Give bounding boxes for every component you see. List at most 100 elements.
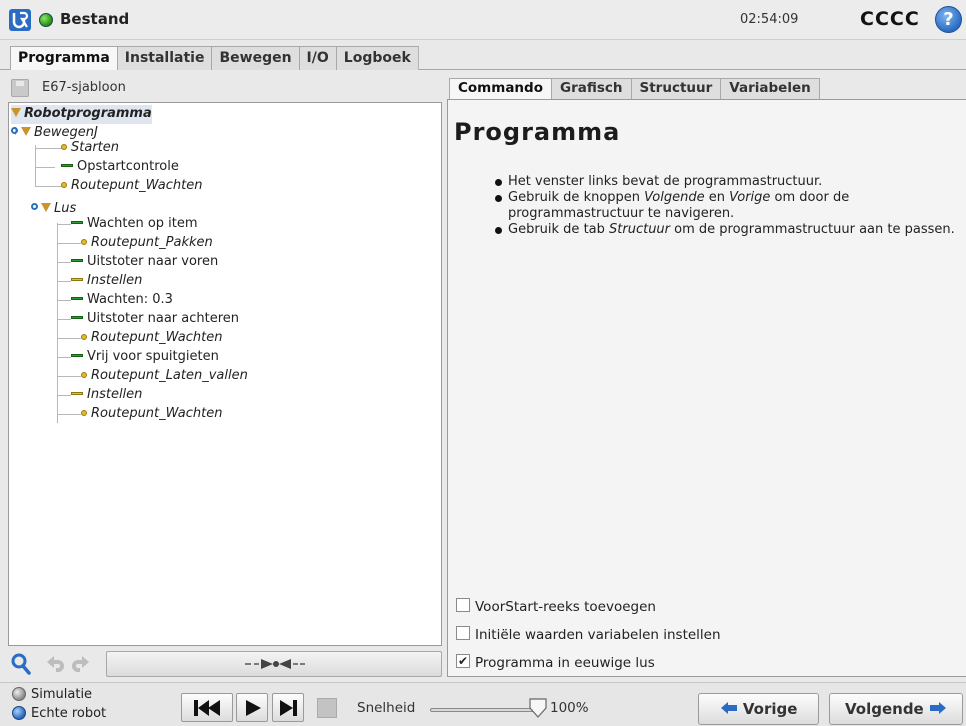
tree-node[interactable]: Instellen [71, 386, 142, 405]
tree-node[interactable]: Lus [31, 200, 76, 219]
tab-commando[interactable]: Commando [449, 78, 552, 99]
speed-value: 100% [550, 700, 589, 716]
arrow-right-icon [929, 701, 946, 714]
tree-connector [57, 223, 58, 423]
command-icon [71, 316, 83, 319]
collapse-triangle-icon[interactable] [41, 203, 51, 212]
tree-node[interactable]: Routepunt_Wachten [61, 177, 202, 196]
info-item: Het venster links bevat de programmastru… [492, 174, 960, 190]
redo-icon[interactable] [70, 653, 92, 675]
stop-button[interactable] [317, 698, 337, 718]
speed-label: Snelheid [357, 700, 416, 716]
tree-connector [57, 243, 81, 244]
tree-connector [57, 319, 71, 320]
save-icon[interactable] [11, 79, 29, 97]
app-title[interactable]: Bestand [60, 10, 129, 28]
tree-node[interactable]: Uitstoter naar voren [71, 253, 218, 272]
arrow-left-icon [720, 701, 737, 714]
tree-node[interactable]: Instellen [71, 272, 142, 291]
collapse-triangle-icon[interactable] [21, 127, 31, 136]
speed-slider-track[interactable] [430, 708, 538, 712]
drag-arrows-icon [245, 659, 305, 669]
waypoint-icon [61, 143, 67, 150]
mode-simulation[interactable]: Simulatie [12, 686, 92, 702]
tree-node[interactable]: Starten [61, 139, 119, 158]
tree-node[interactable]: Routepunt_Laten_vallen [81, 367, 248, 386]
tree-connector [57, 338, 81, 339]
main-tabs: Programma Installatie Bewegen I/O Logboe… [10, 46, 419, 70]
tree-node[interactable]: Wachten op item [71, 215, 198, 234]
play-icon [246, 700, 261, 716]
step-button[interactable] [272, 693, 304, 722]
command-icon [71, 221, 83, 224]
set-icon [71, 278, 83, 281]
tree-node[interactable]: Routepunt_Wachten [81, 405, 222, 424]
tab-logboek[interactable]: Logboek [335, 46, 419, 70]
set-icon [71, 392, 83, 395]
mode-real-robot[interactable]: Echte robot [12, 705, 106, 721]
waypoint-icon [81, 371, 87, 378]
radio-real-robot-icon[interactable] [12, 705, 26, 720]
tree-connector [57, 395, 71, 396]
command-panel: Programma Het venster links bevat de pro… [447, 99, 966, 677]
tab-structuur[interactable]: Structuur [630, 78, 722, 99]
rewind-icon [194, 700, 220, 716]
bottom-bar: Simulatie Echte robot Snelheid 100% Vori… [0, 682, 966, 726]
command-icon [71, 354, 83, 357]
collapse-triangle-icon[interactable] [11, 108, 21, 117]
command-icon [61, 164, 73, 167]
tree-connector [35, 145, 36, 187]
tree-node[interactable]: Routepunt_Pakken [81, 234, 213, 253]
tree-connector [35, 167, 55, 168]
tree-node[interactable]: Uitstoter naar achteren [71, 310, 239, 329]
checkbox-box-checked[interactable]: ✔ [456, 654, 470, 668]
radio-simulation-icon[interactable] [12, 686, 26, 701]
next-button[interactable]: Volgende [829, 693, 963, 725]
command-tabs: Commando Grafisch Structuur Variabelen [449, 78, 820, 99]
tree-node[interactable]: Wachten: 0.3 [71, 291, 173, 310]
tab-bewegen[interactable]: Bewegen [211, 46, 300, 70]
checkbox-loop-forever[interactable]: ✔ Programma in eeuwige lus [456, 654, 655, 674]
node-drag-handle[interactable] [106, 651, 442, 677]
status-ok-icon [39, 13, 53, 27]
ur-logo-icon [9, 9, 31, 31]
tree-node-root[interactable]: Robotprogramma [11, 105, 152, 124]
tab-grafisch[interactable]: Grafisch [550, 78, 632, 99]
checkbox-box[interactable] [456, 626, 470, 640]
file-name: E67-sjabloon [42, 80, 126, 95]
tree-connector [57, 300, 71, 301]
undo-icon[interactable] [44, 653, 66, 675]
clock: 02:54:09 [740, 12, 799, 27]
checkbox-voorstart[interactable]: VoorStart-reeks toevoegen [456, 598, 656, 618]
play-button[interactable] [236, 693, 268, 722]
step-icon [280, 700, 297, 716]
top-bar: Bestand 02:54:09 CCCC ? [0, 0, 966, 40]
tab-installatie[interactable]: Installatie [116, 46, 213, 70]
checkbox-box[interactable] [456, 598, 470, 612]
tab-programma[interactable]: Programma [10, 46, 118, 70]
checkbox-init-variables[interactable]: Initiële waarden variabelen instellen [456, 626, 721, 646]
file-row: E67-sjabloon [8, 76, 442, 100]
search-icon[interactable] [10, 652, 32, 676]
pin-icon [31, 203, 38, 210]
tree-node[interactable]: Vrij voor spuitgieten [71, 348, 219, 367]
info-item: Gebruik de knoppen Volgende en Vorige om… [492, 190, 960, 222]
program-tree[interactable]: Robotprogramma BewegenJ Starten Opstartc… [8, 102, 442, 646]
tree-node[interactable]: Opstartcontrole [61, 158, 179, 177]
waypoint-icon [81, 238, 87, 245]
help-icon[interactable]: ? [935, 6, 962, 33]
tree-connector [57, 281, 71, 282]
speed-slider-thumb[interactable] [529, 698, 547, 718]
tree-node[interactable]: Routepunt_Wachten [81, 329, 222, 348]
waypoint-icon [81, 409, 87, 416]
tree-toolbar [8, 648, 442, 680]
pin-icon [11, 127, 18, 134]
tree-connector [57, 414, 81, 415]
prev-button[interactable]: Vorige [698, 693, 819, 725]
tab-variabelen[interactable]: Variabelen [720, 78, 820, 99]
waypoint-icon [61, 181, 67, 188]
tab-io[interactable]: I/O [298, 46, 337, 70]
tree-connector [57, 224, 71, 225]
robot-name: CCCC [860, 8, 920, 30]
rewind-button[interactable] [181, 693, 233, 722]
